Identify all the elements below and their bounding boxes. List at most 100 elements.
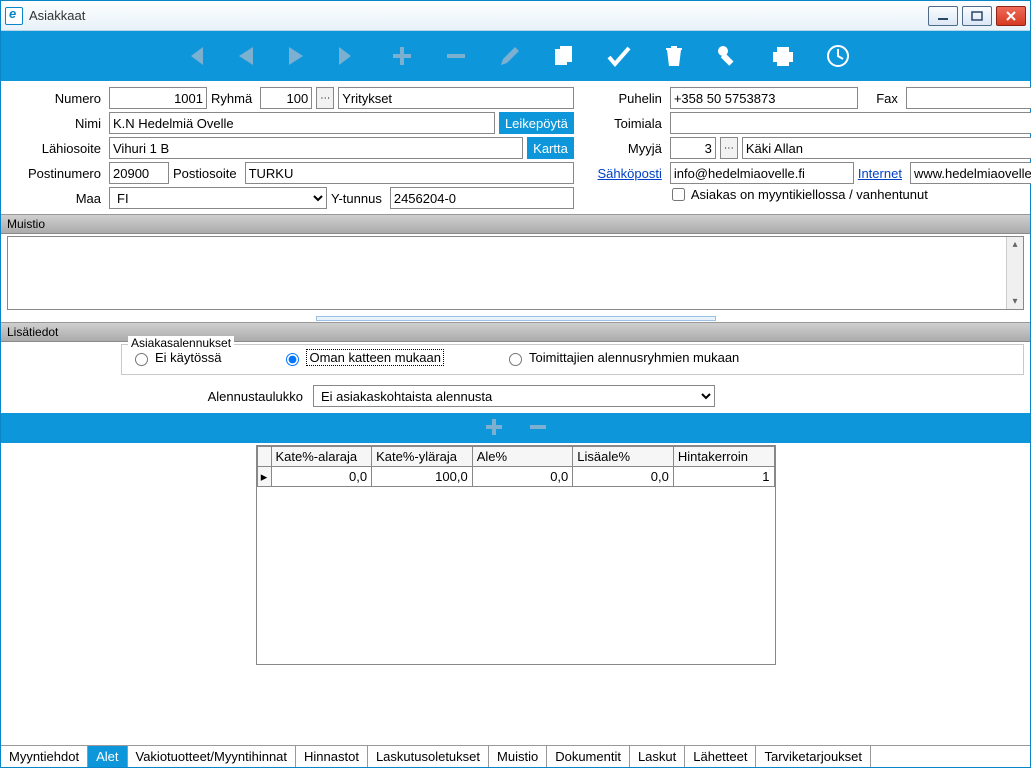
row-selector-header (257, 447, 271, 467)
alennustaulukko-row: Alennustaulukko Ei asiakaskohtaista alen… (1, 385, 1030, 407)
tab-alet[interactable]: Alet (88, 746, 127, 767)
numero-input[interactable] (109, 87, 207, 109)
form-area: Numero Ryhmä ⋯ Nimi Leikepöytä Lähiosoit… (1, 81, 1030, 214)
pencil-icon (497, 43, 523, 69)
sahkoposti-input[interactable] (670, 162, 854, 184)
cell[interactable]: 100,0 (372, 467, 473, 487)
app-icon (5, 7, 23, 25)
ytunnus-input[interactable] (390, 187, 574, 209)
col-kate-alaraja[interactable]: Kate%-alaraja (271, 447, 372, 467)
tab-vakiotuotteet[interactable]: Vakiotuotteet/Myyntihinnat (128, 746, 297, 767)
maa-select[interactable]: FI (109, 187, 327, 209)
prev-button[interactable] (235, 43, 257, 69)
internet-input[interactable] (910, 162, 1031, 184)
delete-button[interactable] (661, 43, 687, 69)
search-button[interactable] (715, 43, 741, 69)
internet-label[interactable]: Internet (858, 166, 906, 181)
discount-radio-group: Ei käytössä Oman katteen mukaan Toimitta… (130, 349, 1015, 366)
fax-label: Fax (862, 91, 902, 106)
globe-clock-icon (825, 43, 851, 69)
splitter[interactable] (1, 314, 1030, 322)
postinumero-input[interactable] (109, 162, 169, 184)
lahiosoite-input[interactable] (109, 137, 523, 159)
postiosoite-input[interactable] (245, 162, 574, 184)
trash-icon (661, 43, 687, 69)
close-button[interactable] (996, 6, 1026, 26)
cell[interactable]: 0,0 (573, 467, 674, 487)
minus-icon (443, 43, 469, 69)
bottom-tabs: Myyntiehdot Alet Vakiotuotteet/Myyntihin… (1, 745, 1030, 767)
confirm-button[interactable] (605, 43, 633, 69)
edit-button[interactable] (497, 43, 523, 69)
grid-remove-button[interactable] (528, 417, 548, 440)
radio-toimittajien[interactable]: Toimittajien alennusryhmien mukaan (504, 350, 739, 366)
plus-icon (484, 417, 504, 437)
tab-laskut[interactable]: Laskut (630, 746, 685, 767)
myyja-lookup-button[interactable]: ⋯ (720, 137, 738, 159)
titlebar: Asiakkaat (1, 1, 1030, 31)
maximize-button[interactable] (962, 6, 992, 26)
prev-icon (235, 43, 257, 69)
discount-grid[interactable]: Kate%-alaraja Kate%-yläraja Ale% Lisäale… (257, 446, 775, 487)
ryhma-input[interactable] (260, 87, 312, 109)
toimiala-label: Toimiala (586, 116, 666, 131)
copy-button[interactable] (551, 43, 577, 69)
right-column: Puhelin Fax Toimiala Myyjä ⋯ Sähköposti … (586, 87, 1031, 212)
muistio-scrollbar[interactable]: ▴ ▾ (1006, 237, 1023, 309)
globe-button[interactable] (825, 43, 851, 69)
tab-myyntiehdot[interactable]: Myyntiehdot (1, 746, 88, 767)
col-lisaale[interactable]: Lisäale% (573, 447, 674, 467)
first-button[interactable] (181, 43, 207, 69)
customer-window: Asiakkaat Numero (0, 0, 1031, 768)
cell[interactable]: 0,0 (472, 467, 573, 487)
flashlight-icon (715, 43, 741, 69)
puhelin-input[interactable] (670, 87, 858, 109)
toimiala-input[interactable] (670, 112, 1031, 134)
left-column: Numero Ryhmä ⋯ Nimi Leikepöytä Lähiosoit… (9, 87, 574, 212)
tab-lahetteet[interactable]: Lähetteet (685, 746, 756, 767)
check-icon (605, 43, 633, 69)
tab-tarviketarjoukset[interactable]: Tarviketarjoukset (756, 746, 871, 767)
printer-icon (769, 43, 797, 69)
first-icon (181, 43, 207, 69)
col-hintakerroin[interactable]: Hintakerroin (673, 447, 774, 467)
last-button[interactable] (335, 43, 361, 69)
radio-ei[interactable]: Ei käytössä (130, 350, 221, 366)
leikepoyta-button[interactable]: Leikepöytä (499, 112, 574, 134)
sahkoposti-label[interactable]: Sähköposti (586, 166, 666, 181)
next-button[interactable] (285, 43, 307, 69)
print-button[interactable] (769, 43, 797, 69)
main-toolbar (1, 31, 1030, 81)
grid-container: Kate%-alaraja Kate%-yläraja Ale% Lisäale… (7, 445, 1024, 741)
grid-toolbar (1, 413, 1030, 443)
muistio-textarea[interactable]: ▴ ▾ (7, 236, 1024, 310)
nimi-input[interactable] (109, 112, 495, 134)
fax-input[interactable] (906, 87, 1031, 109)
col-kate-ylaraja[interactable]: Kate%-yläraja (372, 447, 473, 467)
myyntikielto-checkbox[interactable]: Asiakas on myyntikiellossa / vanhentunut (672, 187, 928, 202)
window-buttons (928, 6, 1026, 26)
kartta-button[interactable]: Kartta (527, 137, 574, 159)
table-row[interactable]: ▸ 0,0 100,0 0,0 0,0 1 (257, 467, 774, 487)
tab-muistio[interactable]: Muistio (489, 746, 547, 767)
ryhma-lookup-button[interactable]: ⋯ (316, 87, 334, 109)
ytunnus-label: Y-tunnus (331, 191, 386, 206)
maa-label: Maa (9, 191, 105, 206)
add-button[interactable] (389, 43, 415, 69)
tab-hinnastot[interactable]: Hinnastot (296, 746, 368, 767)
myyntikielto-input[interactable] (672, 188, 685, 201)
col-ale[interactable]: Ale% (472, 447, 573, 467)
tab-dokumentit[interactable]: Dokumentit (547, 746, 630, 767)
minimize-button[interactable] (928, 6, 958, 26)
tab-laskutusoletukset[interactable]: Laskutusoletukset (368, 746, 489, 767)
alennustaulukko-select[interactable]: Ei asiakaskohtaista alennusta (313, 385, 715, 407)
grid-add-button[interactable] (484, 417, 504, 440)
window-title: Asiakkaat (29, 8, 928, 23)
radio-oman[interactable]: Oman katteen mukaan (281, 349, 444, 366)
cell[interactable]: 1 (673, 467, 774, 487)
remove-button[interactable] (443, 43, 469, 69)
myyja-input[interactable] (670, 137, 716, 159)
row-indicator: ▸ (257, 467, 271, 487)
cell[interactable]: 0,0 (271, 467, 372, 487)
minus-icon (528, 417, 548, 437)
